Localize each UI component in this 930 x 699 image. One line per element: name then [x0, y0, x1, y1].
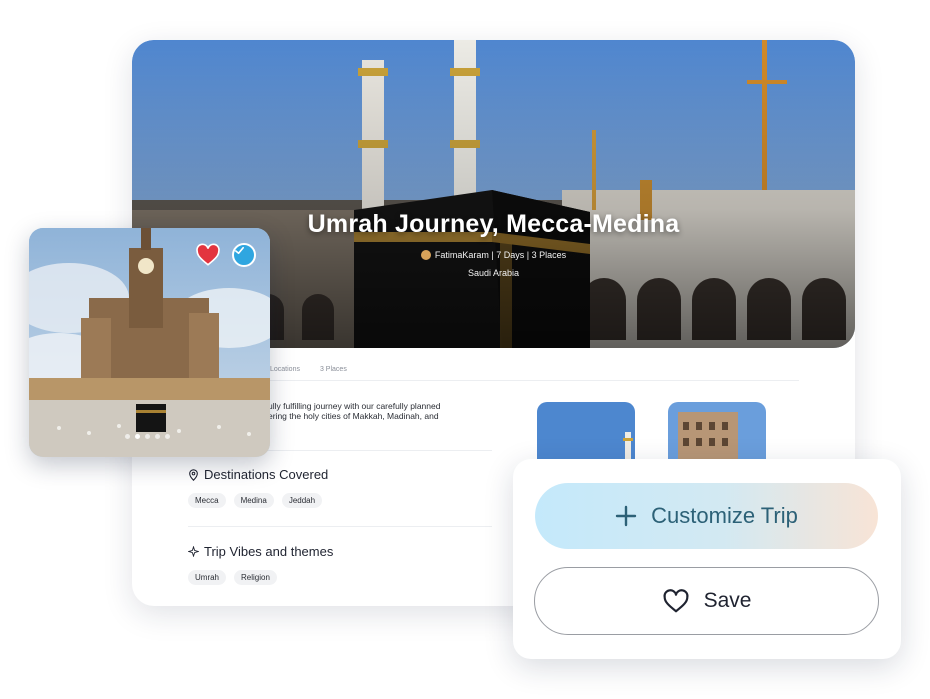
carousel-dot[interactable] [145, 434, 150, 439]
trip-description: ully fulfilling journey with our careful… [268, 401, 468, 421]
heart-outline-icon [663, 589, 689, 613]
carousel-dot[interactable] [155, 434, 160, 439]
save-button[interactable]: Save [534, 567, 879, 635]
favorite-button[interactable] [195, 242, 221, 268]
chip-medina[interactable]: Medina [233, 493, 274, 508]
avatar [420, 250, 431, 260]
carousel-dot-active[interactable] [135, 434, 140, 439]
heart-icon [196, 243, 220, 266]
carousel-dot[interactable] [165, 434, 170, 439]
chip-jeddah[interactable]: Jeddah [281, 493, 323, 508]
tab-places[interactable]: 3 Places [320, 366, 347, 373]
vibes-title: Trip Vibes and themes [204, 544, 334, 559]
trip-location-text: Saudi Arabia [467, 268, 520, 278]
action-panel: Customize Trip Save [513, 459, 901, 659]
chip-religion[interactable]: Religion [234, 570, 277, 585]
trip-meta-text: FatimaKaram | 7 Days | 3 Places [434, 250, 567, 260]
plus-icon [615, 505, 637, 527]
chip-umrah[interactable]: Umrah [188, 570, 227, 585]
verified-button[interactable] [232, 243, 256, 267]
customize-trip-button[interactable]: Customize Trip [535, 483, 878, 549]
vibe-chips: Umrah Religion [188, 570, 277, 585]
checkmark-icon [235, 246, 244, 255]
destinations-title: Destinations Covered [204, 467, 329, 482]
carousel-dots [125, 434, 170, 439]
location-pin-icon [189, 468, 198, 481]
chip-mecca[interactable]: Mecca [188, 493, 226, 508]
sparkle-icon [188, 546, 199, 557]
detail-tabs: Locations 3 Places [270, 366, 347, 373]
divider [188, 526, 492, 527]
carousel-dot[interactable] [125, 434, 130, 439]
destinations-heading: Destinations Covered [188, 467, 328, 482]
photo-gallery[interactable] [29, 228, 270, 457]
tab-locations[interactable]: Locations [270, 366, 300, 373]
description-line: ering the holy cities of Makkah, Madinah… [268, 410, 439, 421]
tabs-divider [188, 380, 799, 381]
destination-chips: Mecca Medina Jeddah [188, 493, 323, 508]
save-label: Save [703, 589, 752, 612]
customize-trip-label: Customize Trip [651, 503, 798, 528]
vibes-heading: Trip Vibes and themes [188, 544, 333, 559]
